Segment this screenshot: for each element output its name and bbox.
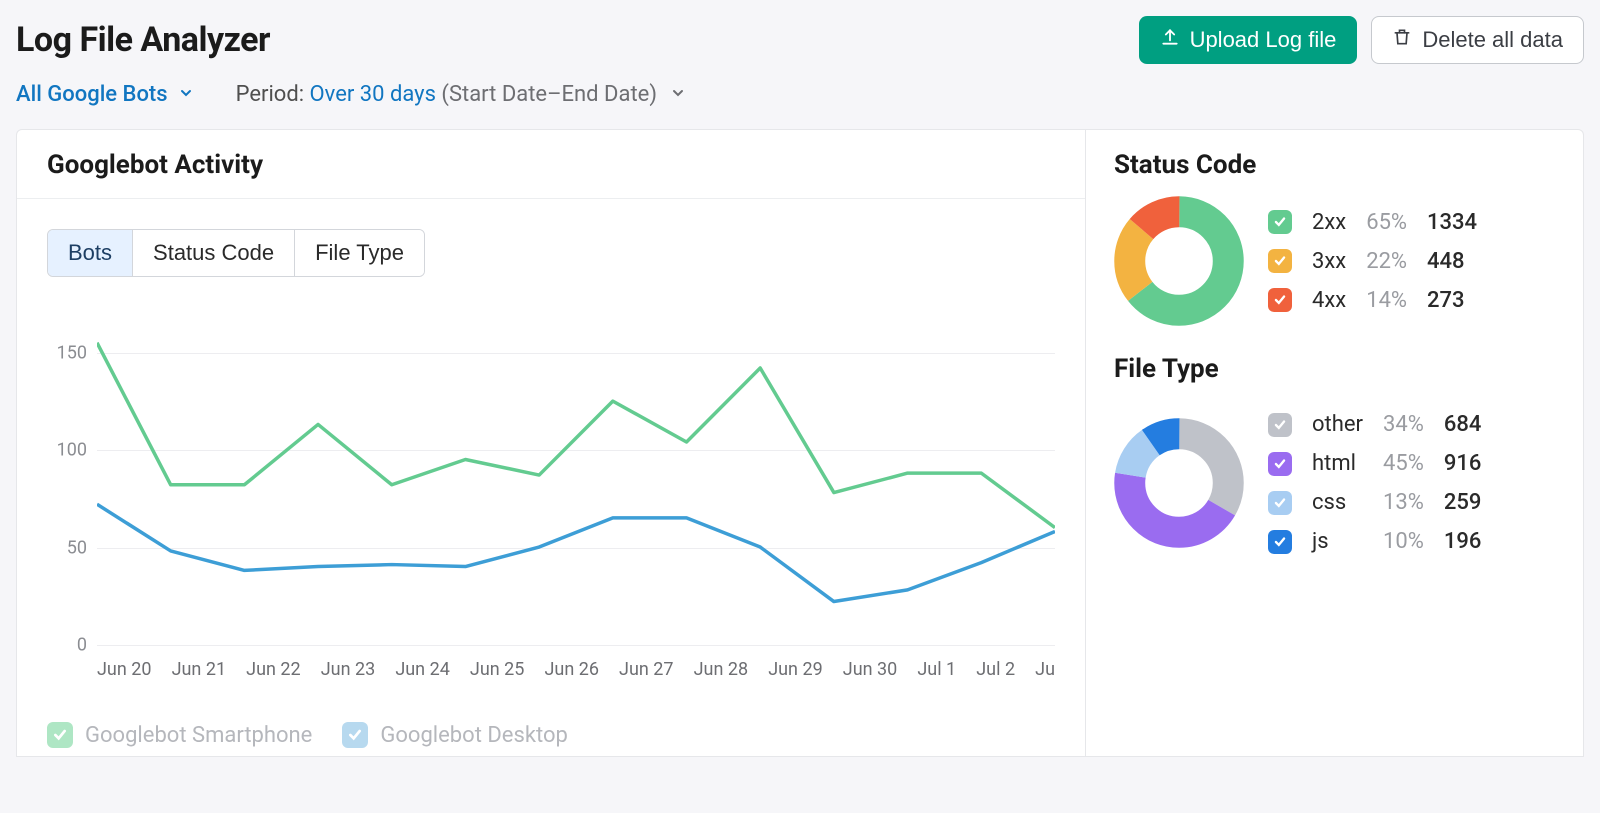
checkbox-icon [47,722,73,748]
legend-pct: 34% [1383,412,1424,437]
legend-pct: 14% [1366,288,1407,313]
activity-panel: Googlebot Activity Bots Status Code File… [16,129,1086,757]
period-filter-dropdown[interactable]: Period: Over 30 days (Start Date–End Dat… [236,82,687,107]
tab-bots[interactable]: Bots [48,230,133,276]
trash-icon [1392,27,1412,53]
status-code-title: Status Code [1114,150,1555,180]
status-code-donut [1114,196,1244,326]
period-range: (Start Date–End Date) [441,82,657,107]
legend-smartphone[interactable]: Googlebot Smartphone [47,722,312,748]
checkbox-icon [1268,413,1292,437]
side-panel: Status Code 2xx 65% 1334 3xx 22% 448 4xx 14% 273… [1086,129,1584,757]
legend-name: other [1312,412,1363,437]
header-actions: Upload Log file Delete all data [1139,16,1584,64]
legend-pct: 22% [1366,249,1407,274]
upload-log-label: Upload Log file [1190,27,1337,53]
tab-file-type[interactable]: File Type [295,230,424,276]
period-prefix: Period: [236,82,305,107]
legend-count: 273 [1427,288,1477,313]
bot-filter-dropdown[interactable]: All Google Bots [16,82,194,107]
file-type-donut [1114,418,1244,548]
file-type-legend: other 34% 684 html 45% 916 css 13% 259 js 10% 196 [1268,412,1481,554]
checkbox-icon [342,722,368,748]
legend-pct: 10% [1383,529,1424,554]
legend-pct: 13% [1383,490,1424,515]
legend-pct: 45% [1383,451,1424,476]
legend-count: 1334 [1427,210,1477,235]
upload-icon [1160,27,1180,53]
legend-name: 2xx [1312,210,1346,235]
checkbox-icon [1268,249,1292,273]
delete-all-label: Delete all data [1422,27,1563,53]
checkbox-icon [1268,530,1292,554]
period-value: Over 30 days [310,82,436,107]
delete-all-button[interactable]: Delete all data [1371,16,1584,64]
legend-count: 916 [1444,451,1482,476]
activity-title: Googlebot Activity [17,130,1085,199]
legend-name: 4xx [1312,288,1346,313]
chart-legend: Googlebot Smartphone Googlebot Desktop [47,722,568,748]
chevron-down-icon [178,82,194,107]
legend-pct: 65% [1366,210,1407,235]
legend-name: 3xx [1312,249,1346,274]
checkbox-icon [1268,452,1292,476]
tab-status-code[interactable]: Status Code [133,230,295,276]
legend-desktop[interactable]: Googlebot Desktop [342,722,568,748]
checkbox-icon [1268,210,1292,234]
legend-name: css [1312,490,1363,515]
activity-chart: 050100150 Jun 20Jun 21Jun 22Jun 23Jun 24… [47,333,1055,693]
legend-count: 259 [1444,490,1482,515]
file-type-title: File Type [1114,354,1555,384]
chart-tabs: Bots Status Code File Type [47,229,425,277]
legend-name: js [1312,529,1363,554]
checkbox-icon [1268,288,1292,312]
legend-count: 196 [1444,529,1482,554]
legend-count: 684 [1444,412,1482,437]
status-code-legend: 2xx 65% 1334 3xx 22% 448 4xx 14% 273 [1268,210,1477,313]
checkbox-icon [1268,491,1292,515]
legend-name: html [1312,451,1363,476]
chevron-down-icon [670,82,686,107]
page-title: Log File Analyzer [16,20,270,60]
upload-log-button[interactable]: Upload Log file [1139,16,1358,64]
bot-filter-label: All Google Bots [16,82,168,107]
legend-count: 448 [1427,249,1477,274]
